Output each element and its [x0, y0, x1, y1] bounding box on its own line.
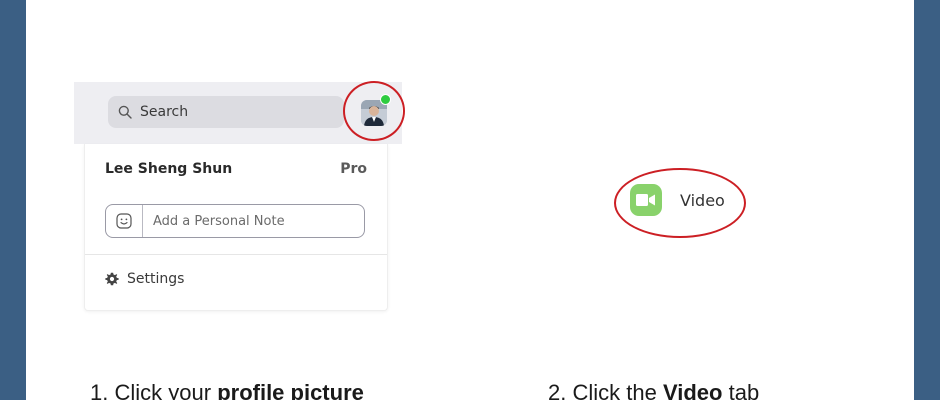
smiley-icon [116, 213, 132, 229]
zoom-top-bar: Search [74, 82, 402, 144]
video-tab-icon-box [630, 184, 662, 216]
divider [85, 254, 387, 255]
step-1-prefix: Click your [114, 380, 212, 400]
user-name: Lee Sheng Shun [105, 161, 233, 177]
search-label: Search [140, 104, 189, 120]
settings-label: Settings [127, 271, 185, 287]
settings-menu-item[interactable]: Settings [105, 271, 184, 287]
smiley-button[interactable] [106, 205, 143, 237]
instruction-slide: Search Lee Sheng Shun Pro Add a Personal… [26, 0, 914, 400]
personal-note-field[interactable]: Add a Personal Note [105, 204, 365, 238]
step-2-caption: 2. Click the Video tab [548, 380, 759, 400]
search-box[interactable]: Search [108, 96, 344, 128]
profile-dropdown: Lee Sheng Shun Pro Add a Personal Note S… [84, 144, 388, 311]
presence-indicator [380, 94, 391, 105]
step-1-caption: 1. Click your profile picture [90, 380, 364, 400]
video-tab-label: Video [680, 190, 725, 210]
step-2-number: 2. [548, 380, 567, 400]
step-2-suffix: tab [728, 380, 760, 400]
gear-icon [105, 272, 119, 286]
personal-note-placeholder: Add a Personal Note [153, 213, 285, 229]
step-1-bold: profile picture [217, 380, 364, 400]
step-2-bold: Video [662, 380, 723, 400]
plan-label: Pro [340, 161, 367, 177]
step-1-number: 1. [90, 380, 109, 400]
video-tab[interactable]: Video [630, 184, 725, 216]
video-camera-icon [636, 194, 655, 206]
search-icon [118, 105, 132, 119]
step-2-prefix: Click the [572, 380, 657, 400]
